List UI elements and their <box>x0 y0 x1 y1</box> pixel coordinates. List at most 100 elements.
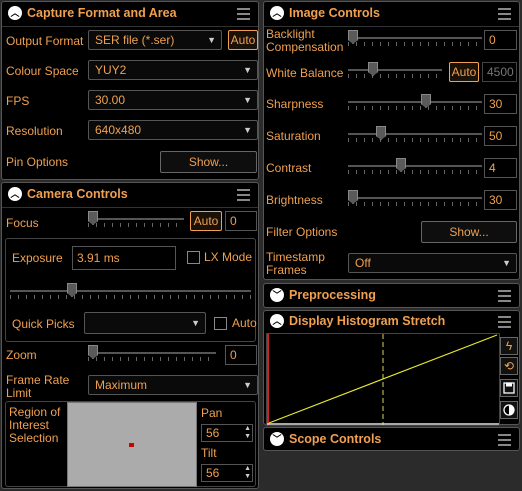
panel-title: Camera Controls <box>27 187 128 201</box>
output-format-auto-button[interactable]: Auto <box>228 30 258 50</box>
colour-space-label: Colour Space <box>6 64 79 78</box>
contrast-slider[interactable] <box>348 158 482 174</box>
panel-title: Scope Controls <box>289 432 382 446</box>
contrast-label: Contrast <box>266 161 312 175</box>
brightness-label: Brightness <box>266 193 323 207</box>
panel-menu-icon[interactable] <box>498 290 511 305</box>
expand-chevron-icon[interactable]: ﹀ <box>270 288 284 302</box>
panel-menu-icon[interactable] <box>237 8 250 23</box>
spin-arrows-icon[interactable]: ▲ ▼ <box>244 465 251 481</box>
image-controls-header[interactable]: ︿ Image Controls <box>264 2 519 27</box>
lx-mode-label: LX Mode <box>204 250 253 264</box>
exposure-slider[interactable] <box>10 283 251 299</box>
roi-group: Region of Interest Selection Pan 56 ▲ ▼ T… <box>5 401 256 487</box>
image-controls-panel: ︿ Image Controls Backlight Compensation … <box>263 1 520 280</box>
quick-picks-auto-checkbox[interactable] <box>214 317 227 330</box>
timestamp-frames-label: Timestamp Frames <box>266 250 325 277</box>
brightness-input[interactable]: 30 <box>484 190 517 210</box>
capture-format-panel: ︿ Capture Format and Area Output Format … <box>1 1 259 180</box>
quick-picks-select[interactable]: ▼ <box>84 312 206 334</box>
zoom-label: Zoom <box>6 348 37 362</box>
lightning-icon[interactable]: ϟ <box>500 337 518 355</box>
contrast-icon[interactable] <box>500 401 518 419</box>
roi-label: Region of Interest Selection <box>9 405 61 445</box>
quick-picks-label: Quick Picks <box>12 317 75 331</box>
pan-spinbox[interactable]: 56 ▲ ▼ <box>201 424 253 442</box>
scope-controls-header[interactable]: ﹀ Scope Controls <box>264 428 519 452</box>
white-balance-auto-button[interactable]: Auto <box>449 62 479 82</box>
exposure-label: Exposure <box>12 251 63 265</box>
backlight-label: Backlight Compensation <box>266 27 344 54</box>
focus-slider[interactable] <box>88 211 184 227</box>
scope-controls-panel: ﹀ Scope Controls <box>263 427 520 451</box>
pin-options-label: Pin Options <box>6 155 69 169</box>
camera-controls-panel: ︿ Camera Controls Focus Auto 0 Exposure … <box>1 182 259 489</box>
expand-chevron-icon[interactable]: ﹀ <box>270 432 284 446</box>
zoom-slider[interactable] <box>88 345 216 361</box>
white-balance-label: White Balance <box>266 66 344 80</box>
panel-title: Display Histogram Stretch <box>289 314 446 328</box>
output-format-label: Output Format <box>6 34 84 48</box>
chevron-down-icon: ▼ <box>502 258 511 268</box>
collapse-chevron-icon[interactable]: ︿ <box>270 6 284 20</box>
saturation-input[interactable]: 50 <box>484 126 517 146</box>
timestamp-frames-select[interactable]: Off ▼ <box>348 253 517 273</box>
exposure-input[interactable]: 3.91 ms <box>72 246 176 270</box>
chevron-down-icon: ▼ <box>243 65 252 75</box>
panel-title: Preprocessing <box>289 288 376 302</box>
focus-auto-button[interactable]: Auto <box>190 211 222 231</box>
histogram-header[interactable]: ︿ Display Histogram Stretch <box>264 311 519 331</box>
save-icon[interactable] <box>500 379 518 397</box>
output-format-value: SER file (*.ser) <box>95 33 175 47</box>
pin-options-show-button[interactable]: Show... <box>160 151 257 173</box>
panel-menu-icon[interactable] <box>237 189 250 204</box>
filter-options-show-button[interactable]: Show... <box>421 221 517 243</box>
colour-space-value: YUY2 <box>95 63 127 77</box>
spin-arrows-icon[interactable]: ▲ ▼ <box>244 425 251 441</box>
focus-input[interactable]: 0 <box>225 211 257 231</box>
saturation-slider[interactable] <box>348 126 482 142</box>
tilt-spinbox[interactable]: 56 ▲ ▼ <box>201 464 253 482</box>
panel-menu-icon[interactable] <box>498 316 511 331</box>
saturation-label: Saturation <box>266 129 321 143</box>
panel-menu-icon[interactable] <box>498 434 511 449</box>
frame-rate-select[interactable]: Maximum ▼ <box>88 375 258 395</box>
chevron-down-icon: ▼ <box>207 35 216 45</box>
white-balance-slider[interactable] <box>348 62 442 78</box>
backlight-input[interactable]: 0 <box>484 30 517 50</box>
backlight-slider[interactable] <box>348 30 482 46</box>
quick-picks-auto-label: Auto <box>232 316 257 330</box>
reset-icon[interactable]: ⟲ <box>500 357 518 375</box>
sharpness-input[interactable]: 30 <box>484 94 517 114</box>
contrast-input[interactable]: 4 <box>484 158 517 178</box>
panel-menu-icon[interactable] <box>498 8 511 23</box>
filter-options-label: Filter Options <box>266 225 338 239</box>
fps-select[interactable]: 30.00 ▼ <box>88 90 258 110</box>
focus-label: Focus <box>6 216 39 230</box>
pan-label: Pan <box>201 406 223 420</box>
roi-preview[interactable] <box>67 402 197 487</box>
chevron-down-icon: ▼ <box>243 380 252 390</box>
camera-controls-header[interactable]: ︿ Camera Controls <box>2 183 258 208</box>
preprocessing-header[interactable]: ﹀ Preprocessing <box>264 284 519 308</box>
lx-mode-checkbox[interactable] <box>187 251 200 264</box>
panel-title: Capture Format and Area <box>27 6 177 20</box>
collapse-chevron-icon[interactable]: ︿ <box>270 314 284 328</box>
sharpness-label: Sharpness <box>266 97 324 111</box>
exposure-group: Exposure 3.91 ms LX Mode Quick Picks ▼ A… <box>5 238 257 342</box>
resolution-select[interactable]: 640x480 ▼ <box>88 120 258 140</box>
collapse-chevron-icon[interactable]: ︿ <box>8 6 22 20</box>
capture-format-header[interactable]: ︿ Capture Format and Area <box>2 2 258 27</box>
brightness-slider[interactable] <box>348 190 482 206</box>
output-format-select[interactable]: SER file (*.ser) ▼ <box>88 30 222 50</box>
histogram-plot[interactable] <box>266 333 500 426</box>
chevron-down-icon: ▼ <box>243 125 252 135</box>
resolution-value: 640x480 <box>95 123 142 137</box>
roi-center-marker[interactable] <box>129 443 134 447</box>
sharpness-slider[interactable] <box>348 94 482 110</box>
colour-space-select[interactable]: YUY2 ▼ <box>88 60 258 80</box>
tilt-label: Tilt <box>201 446 217 460</box>
chevron-down-icon: ▼ <box>191 318 200 328</box>
collapse-chevron-icon[interactable]: ︿ <box>8 187 22 201</box>
zoom-input[interactable]: 0 <box>225 345 257 365</box>
